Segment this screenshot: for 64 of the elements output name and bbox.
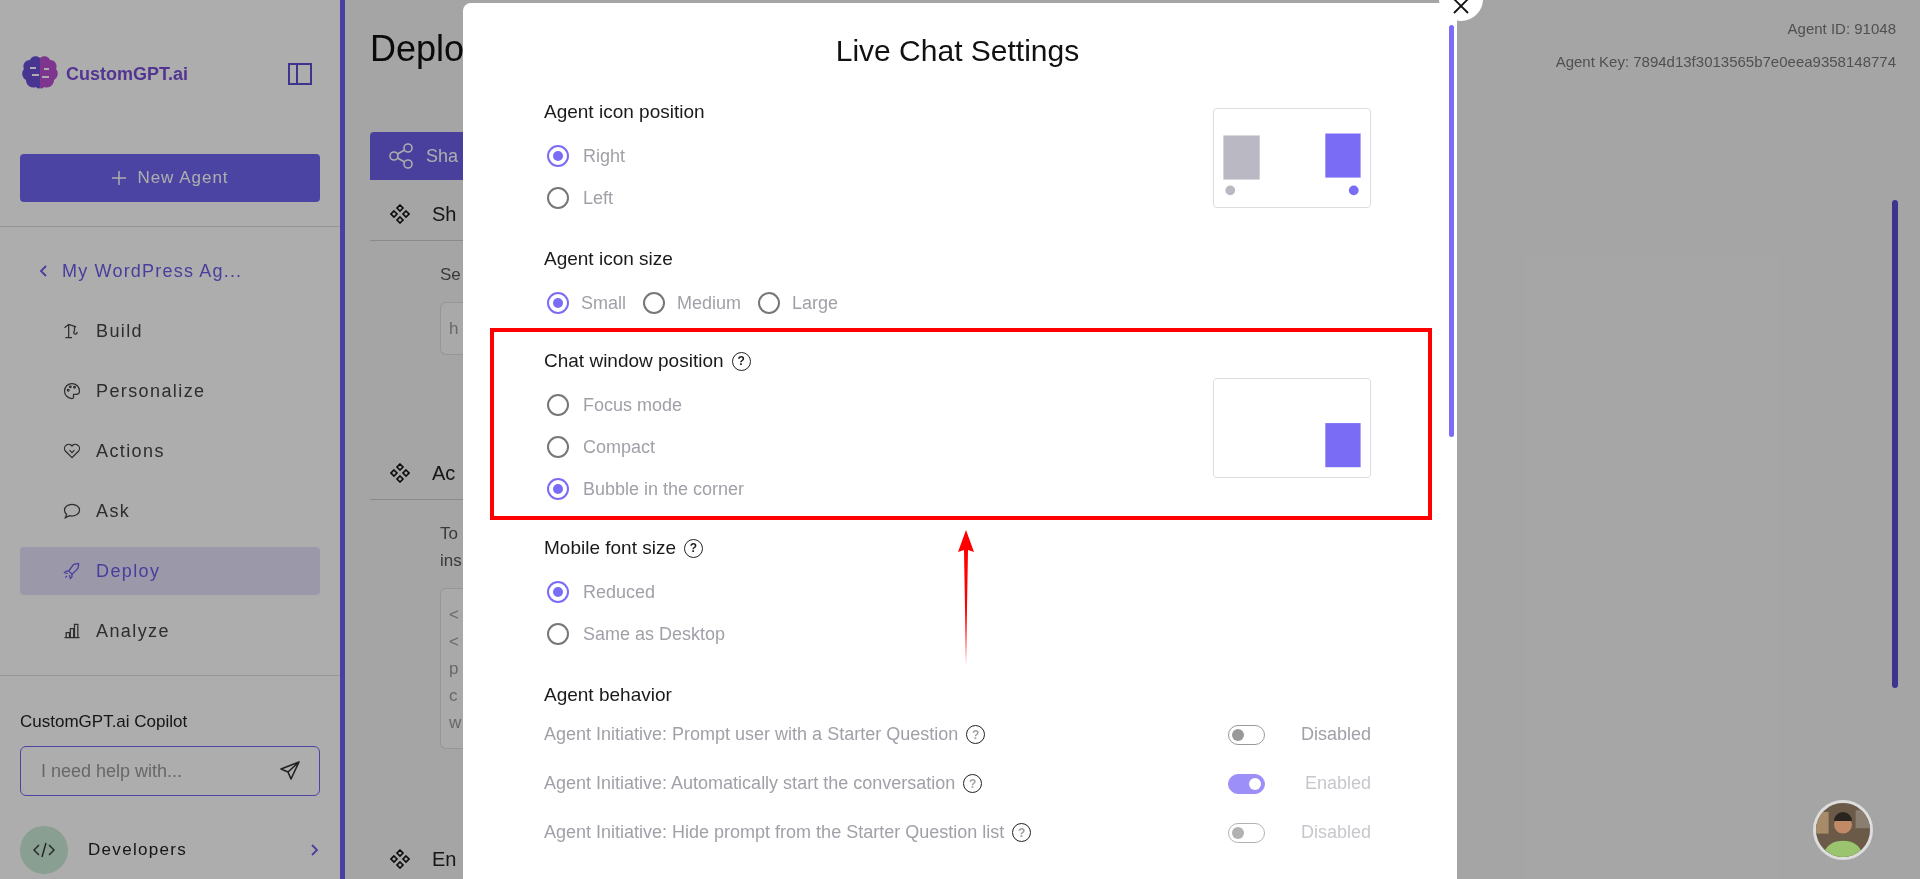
group-title: Agent behavior [544, 683, 673, 707]
toggle-status: Disabled [1299, 724, 1371, 745]
setting-label: Agent Initiative: Automatically start the conversation [544, 773, 956, 794]
radio-option[interactable]: Reduced [544, 571, 726, 613]
sidebar-toggle-icon[interactable] [288, 63, 312, 85]
copilot-title: CustomGPT.ai Copilot [20, 712, 189, 732]
back-link[interactable]: My WordPress Ag... [0, 247, 340, 295]
sidebar-item[interactable]: Build [20, 307, 320, 355]
agent-id-text: Agent ID: 91048 [1787, 20, 1896, 37]
sidebar-item[interactable]: Deploy [20, 547, 320, 595]
sidebar-item[interactable]: Ask [20, 487, 320, 535]
chat-icon [62, 501, 82, 521]
setting-label: Agent Initiative: Prompt user with a Starter Question [544, 724, 959, 745]
diamonds-icon [390, 849, 410, 869]
scrollbar[interactable] [1449, 25, 1454, 437]
chevron-left-icon [38, 264, 48, 278]
plus-icon [111, 170, 128, 186]
radio-option[interactable]: Right [544, 135, 705, 177]
dialog-title: Live Chat Settings [834, 33, 1081, 69]
section-title: Ac [432, 461, 456, 485]
developers-link[interactable]: Developers [20, 826, 320, 874]
radio-option[interactable]: Focus mode [544, 384, 751, 426]
chevron-right-icon [310, 843, 320, 857]
radio-option[interactable]: Small [544, 282, 626, 324]
setting-label: Agent Initiative: Hide prompt from the Starter Question list [544, 822, 1005, 843]
toggle-status: Disabled [1299, 822, 1371, 843]
close-icon [1452, 0, 1470, 15]
group-title: Mobile font size [544, 537, 676, 559]
share-tab[interactable]: Sha [370, 132, 463, 180]
copilot-input-field[interactable]: I need help with... [20, 746, 320, 796]
sidebar-item[interactable]: Analyze [20, 607, 320, 655]
code-icon [33, 842, 55, 858]
section-text: To ins [439, 523, 463, 572]
radio-option[interactable]: Compact [544, 426, 751, 468]
radio-option[interactable]: Left [544, 177, 705, 219]
radio-option[interactable]: Bubble in the corner [544, 468, 751, 510]
scrollbar[interactable] [1892, 200, 1898, 688]
palette-icon [62, 381, 82, 401]
sidebar-item[interactable]: Personalize [20, 367, 320, 415]
logo-text: CustomGPT.ai [66, 63, 189, 85]
group-title: Agent icon size [544, 248, 673, 270]
section-text: Se [439, 264, 462, 286]
radio-option[interactable]: Medium [640, 282, 742, 324]
share-icon [388, 143, 414, 169]
agent-key-text: Agent Key: 7894d13f3013565b7e0eea9358148774 [1555, 53, 1896, 70]
bar-chart-icon [62, 621, 82, 641]
heart-icon [62, 441, 82, 461]
send-icon[interactable] [278, 759, 302, 783]
section-title: En [432, 847, 457, 871]
group-title: Agent icon position [544, 101, 705, 123]
rocket-icon [62, 561, 82, 581]
new-agent-button[interactable]: New Agent [20, 154, 320, 202]
toggle-switch[interactable] [1228, 724, 1265, 745]
code-field[interactable]: h [440, 302, 463, 355]
code-field[interactable]: < < p c w [440, 588, 463, 749]
radio-option[interactable]: Same as Desktop [544, 613, 726, 655]
sidebar-item[interactable]: Actions [20, 427, 320, 475]
radio-option[interactable]: Large [755, 282, 839, 324]
page-title: Deplo [370, 28, 463, 71]
diamonds-icon [390, 204, 410, 224]
section-title: Sh [432, 202, 457, 226]
group-title: Chat window position [544, 350, 724, 372]
toggle-status: Enabled [1303, 773, 1371, 794]
diamonds-icon [390, 463, 410, 483]
